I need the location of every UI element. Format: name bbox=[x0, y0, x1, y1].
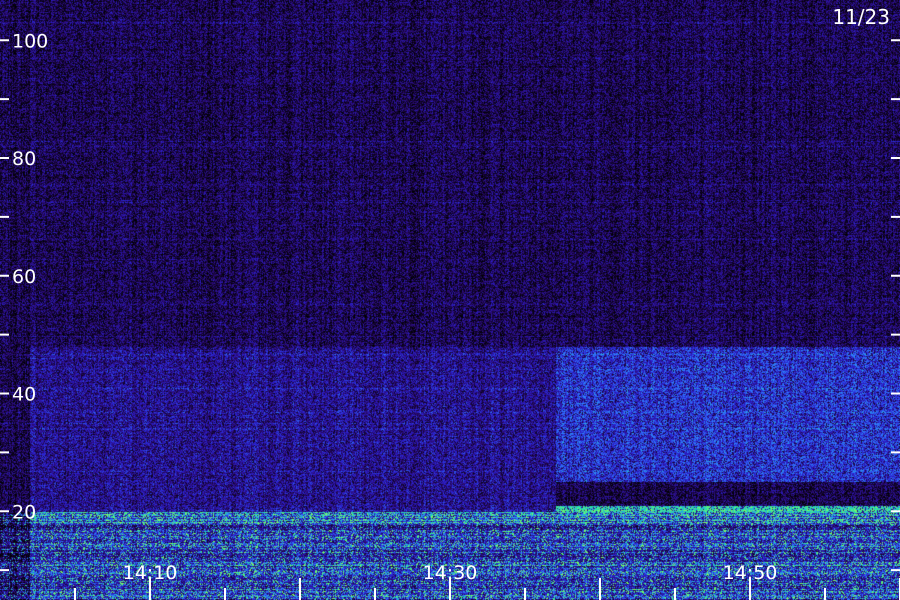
x-tick-label-1410: 14:10 bbox=[123, 562, 178, 584]
y-tick-label-60: 60 bbox=[12, 266, 36, 288]
x-tick-label-1430: 14:30 bbox=[423, 562, 478, 584]
y-tick-label-40: 40 bbox=[12, 384, 36, 406]
y-axis: 20 40 60 80 100 bbox=[0, 30, 900, 572]
axes-overlay: 20 40 60 80 100 14:10 14:30 14:50 11/23 bbox=[0, 5, 900, 600]
y-tick-label-100: 100 bbox=[12, 30, 48, 52]
x-axis: 14:10 14:30 14:50 bbox=[74, 562, 900, 600]
y-tick-label-20: 20 bbox=[12, 501, 36, 523]
x-tick-label-1450: 14:50 bbox=[723, 562, 778, 584]
date-label: 11/23 bbox=[832, 5, 890, 29]
y-tick-label-80: 80 bbox=[12, 148, 36, 170]
